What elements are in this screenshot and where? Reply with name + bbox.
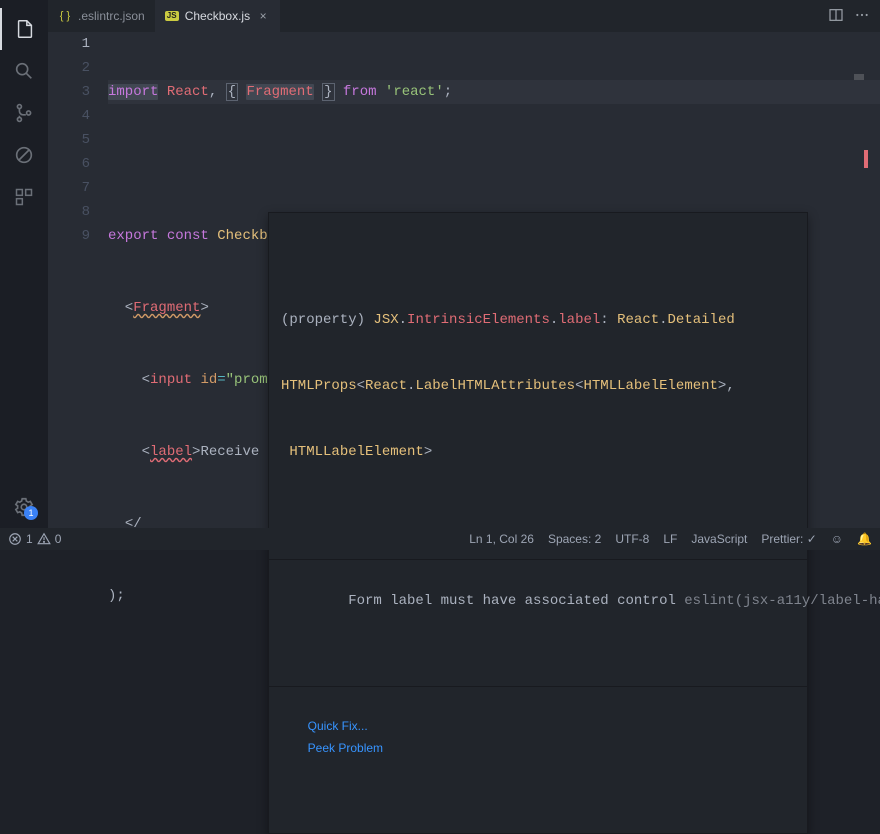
feedback-icon[interactable]: ☺: [831, 532, 843, 546]
tab-checkbox-js[interactable]: JS Checkbox.js ×: [155, 0, 280, 32]
overview-ruler[interactable]: [854, 72, 868, 162]
json-file-icon: { }: [58, 9, 72, 23]
status-encoding[interactable]: UTF-8: [615, 532, 649, 546]
more-actions-icon[interactable]: [854, 7, 870, 26]
js-file-icon: JS: [165, 9, 179, 23]
line-number-gutter: 1 2 3 4 5 6 7 8 9: [48, 32, 108, 528]
status-eol[interactable]: LF: [663, 532, 677, 546]
extensions-icon[interactable]: [0, 176, 48, 218]
status-bar: 1 0 Ln 1, Col 26 Spaces: 2 UTF-8 LF Java…: [0, 528, 880, 550]
status-language[interactable]: JavaScript: [691, 532, 747, 546]
bell-icon[interactable]: 🔔: [857, 532, 872, 546]
tab-label: Checkbox.js: [185, 9, 250, 23]
close-icon[interactable]: ×: [256, 9, 270, 23]
split-editor-icon[interactable]: [828, 7, 844, 26]
tab-label: .eslintrc.json: [78, 9, 145, 23]
editor-hover-tooltip: (property) JSX.IntrinsicElements.label: …: [268, 212, 808, 834]
activity-bar: 1: [0, 0, 48, 528]
quick-fix-link[interactable]: Quick Fix...: [308, 719, 368, 733]
code-line: import React, { Fragment } from 'react';: [108, 80, 880, 104]
code-content[interactable]: import React, { Fragment } from 'react';…: [108, 32, 880, 528]
settings-badge: 1: [24, 506, 38, 520]
status-indentation[interactable]: Spaces: 2: [548, 532, 601, 546]
hover-actions: Quick Fix... Peek Problem: [269, 686, 807, 789]
status-cursor-position[interactable]: Ln 1, Col 26: [469, 532, 534, 546]
status-prettier[interactable]: Prettier: ✓: [761, 532, 816, 546]
source-control-icon[interactable]: [0, 92, 48, 134]
tab-bar: { } .eslintrc.json JS Checkbox.js ×: [48, 0, 880, 32]
code-editor[interactable]: 1 2 3 4 5 6 7 8 9 import React, { Fragme…: [48, 32, 880, 528]
settings-gear-icon[interactable]: 1: [0, 486, 48, 528]
explorer-icon[interactable]: [0, 8, 48, 50]
overview-selection-marker: [854, 74, 864, 80]
search-icon[interactable]: [0, 50, 48, 92]
hover-lint-message: Form label must have associated control …: [269, 559, 807, 642]
tab-eslintrc[interactable]: { } .eslintrc.json: [48, 0, 155, 32]
editor-actions: [828, 0, 880, 32]
status-problems[interactable]: 1 0: [8, 532, 61, 546]
debug-disabled-icon[interactable]: [0, 134, 48, 176]
hover-type-info: (property) JSX.IntrinsicElements.label: …: [269, 257, 807, 515]
overview-error-marker: [864, 150, 868, 168]
code-line: [108, 152, 880, 176]
peek-problem-link[interactable]: Peek Problem: [308, 741, 383, 755]
